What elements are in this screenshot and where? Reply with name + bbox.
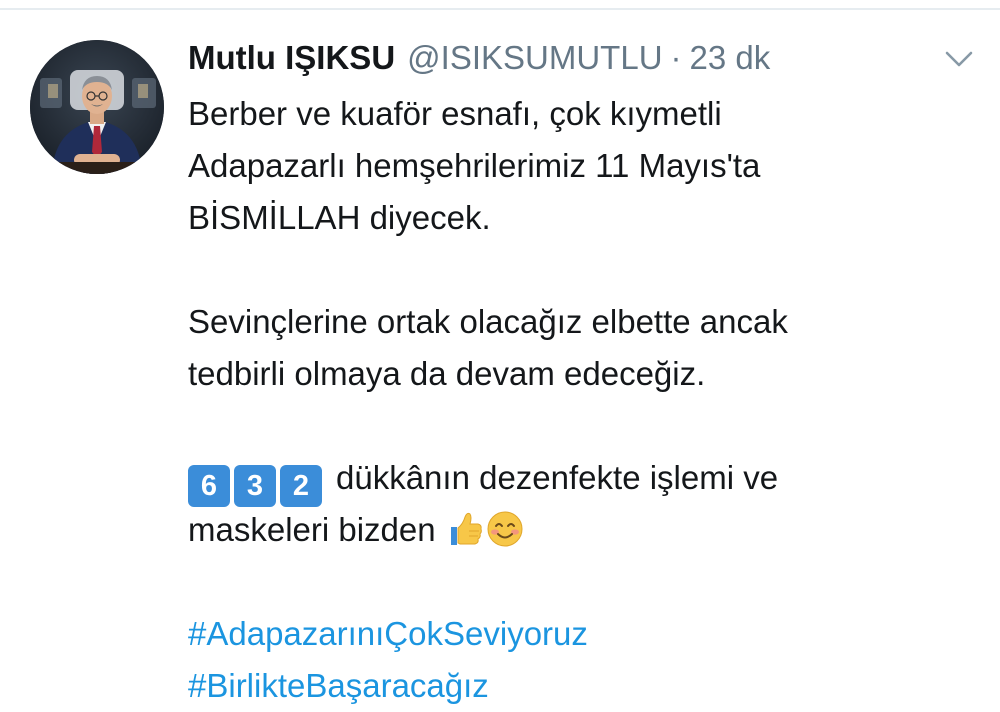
author-handle[interactable]: @ISIKSUMUTLU (407, 34, 662, 82)
keycap-6-icon: 6 (188, 465, 230, 507)
thumbs-up-icon (445, 509, 485, 564)
chevron-down-icon (945, 51, 973, 67)
keycap-number-emojis: 632 (188, 459, 322, 507)
tweet-line: Sevinçlerine ortak olacağız elbette anca… (188, 303, 788, 340)
avatar-image (30, 40, 164, 174)
tweet-line: BİSMİLLAH diyecek. (188, 199, 491, 236)
tweet[interactable]: Mutlu IŞIKSU @ISIKSUMUTLU · 23 dk Berber… (0, 10, 1000, 704)
tweet-line: Adapazarlı hemşehrilerimiz 11 Mayıs'ta (188, 147, 761, 184)
tweet-line-text: dükkânın dezenfekte işlemi ve (336, 459, 779, 496)
tweet-line: 6 3 2 dükkânın dezenfekte işlemi ve (188, 452, 978, 507)
tweet-line: Berber ve kuaför esnafı, çok kıymetli (188, 95, 722, 132)
tweet-text: Berber ve kuaför esnafı, çok kıymetli Ad… (188, 88, 978, 712)
author-display-name[interactable]: Mutlu IŞIKSU (188, 34, 395, 82)
smiling-face-icon (485, 509, 525, 564)
keycap-2-icon: 2 (280, 465, 322, 507)
hashtag-link[interactable]: #BirlikteBaşaracağız (188, 660, 978, 712)
tweet-line-text: maskeleri bizden (188, 511, 436, 548)
keycap-3-icon: 3 (234, 465, 276, 507)
tweet-line: maskeleri bizden (188, 504, 978, 556)
tweet-menu-button[interactable] (940, 46, 978, 72)
timestamp[interactable]: 23 dk (690, 34, 771, 82)
tweet-line: tedbirli olmaya da devam edeceğiz. (188, 355, 706, 392)
avatar[interactable] (30, 40, 164, 174)
hashtag-link[interactable]: #AdapazarınıÇokSeviyoruz (188, 608, 978, 660)
separator-dot: · (670, 39, 682, 76)
tweet-header: Mutlu IŞIKSU @ISIKSUMUTLU · 23 dk (188, 34, 770, 82)
